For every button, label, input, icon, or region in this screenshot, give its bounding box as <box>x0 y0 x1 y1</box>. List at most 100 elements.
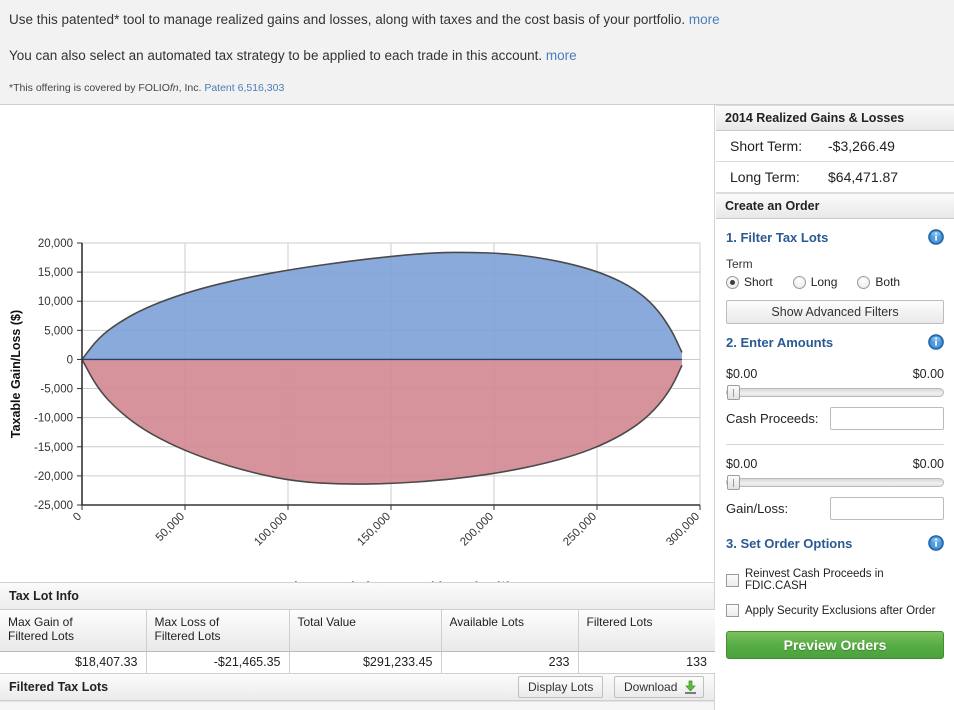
column-header-filtered-lots: Filtered Lots <box>578 610 715 651</box>
radio-both-label: Both <box>875 275 900 289</box>
step-3-title: 3. Set Order Options <box>726 536 852 551</box>
step-1-header: 1. Filter Tax Lots <box>726 230 944 250</box>
svg-text:-20,000: -20,000 <box>34 471 73 483</box>
cash-max-label: $0.00 <box>913 367 944 381</box>
radio-option-both[interactable]: Both <box>857 275 900 289</box>
download-button[interactable]: Download <box>614 676 704 698</box>
cash-min-label: $0.00 <box>726 367 757 381</box>
cell-available-lots: 233 <box>441 651 578 673</box>
bottom-strip <box>0 701 714 710</box>
col-max-loss-line1: Max Loss of <box>155 615 281 629</box>
tax-management-page: Use this patented* tool to manage realiz… <box>0 0 954 710</box>
info-icon[interactable] <box>928 334 944 350</box>
cell-max-gain: $18,407.33 <box>0 651 146 673</box>
svg-text:100,000: 100,000 <box>252 511 290 549</box>
radio-option-long[interactable]: Long <box>793 275 838 289</box>
reinvest-checkbox-label: Reinvest Cash Proceeds in FDIC.CASH <box>745 568 944 592</box>
cash-slider-handle[interactable] <box>727 385 740 400</box>
order-form: 1. Filter Tax Lots Term Short <box>716 230 954 659</box>
column-header-total-value: Total Value <box>289 610 441 651</box>
long-term-label: Long Term: <box>730 169 800 185</box>
gainloss-min-label: $0.00 <box>726 457 757 471</box>
gainloss-slider-handle[interactable] <box>727 475 740 490</box>
tax-lot-info-table: Max Gain of Filtered Lots Max Loss of Fi… <box>0 610 715 674</box>
col-max-loss-line2: Filtered Lots <box>155 629 281 643</box>
svg-text:-15,000: -15,000 <box>34 442 73 454</box>
term-label: Term <box>726 257 944 271</box>
realized-gains-header: 2014 Realized Gains & Losses <box>716 105 954 131</box>
radio-long-label: Long <box>811 275 838 289</box>
step-1-title: 1. Filter Tax Lots <box>726 230 828 245</box>
gainloss-slider-track[interactable] <box>726 478 944 487</box>
col-max-gain-line1: Max Gain of <box>8 615 138 629</box>
radio-both-icon[interactable] <box>857 276 870 289</box>
cell-total-value: $291,233.45 <box>289 651 441 673</box>
radio-short-icon[interactable] <box>726 276 739 289</box>
step-2-header: 2. Enter Amounts <box>726 335 944 355</box>
footnote-prefix: *This offering is covered by FOLIO <box>9 82 170 94</box>
svg-text:0: 0 <box>71 511 84 524</box>
svg-text:0: 0 <box>67 354 73 366</box>
svg-text:-10,000: -10,000 <box>34 413 73 425</box>
create-order-title: Create an Order <box>725 199 819 213</box>
intro-banner: Use this patented* tool to manage realiz… <box>0 0 954 105</box>
intro-line-2: You can also select an automated tax str… <box>9 48 577 63</box>
column-header-max-loss: Max Loss of Filtered Lots <box>146 610 289 651</box>
svg-text:-5,000: -5,000 <box>40 384 73 396</box>
cash-proceeds-label: Cash Proceeds: <box>726 411 819 426</box>
svg-text:15,000: 15,000 <box>38 267 73 279</box>
svg-text:300,000: 300,000 <box>664 511 702 549</box>
radio-option-short[interactable]: Short <box>726 275 773 289</box>
cash-proceeds-input[interactable] <box>830 407 944 430</box>
intro-line-2-text: You can also select an automated tax str… <box>9 48 542 63</box>
info-icon[interactable] <box>928 229 944 245</box>
short-term-label: Short Term: <box>730 138 802 154</box>
intro-line-1: Use this patented* tool to manage realiz… <box>9 12 720 27</box>
short-term-row: Short Term: -$3,266.49 <box>716 131 954 162</box>
svg-text:200,000: 200,000 <box>458 511 496 549</box>
gainloss-input[interactable] <box>830 497 944 520</box>
exclusions-checkbox-row[interactable]: Apply Security Exclusions after Order <box>726 604 944 617</box>
display-lots-button[interactable]: Display Lots <box>518 676 603 698</box>
radio-long-icon[interactable] <box>793 276 806 289</box>
footnote-fn: fn <box>170 82 179 94</box>
cash-range-labels: $0.00 $0.00 <box>726 367 944 381</box>
create-order-header: Create an Order <box>716 193 954 219</box>
table-row: $18,407.33 -$21,465.35 $291,233.45 233 1… <box>0 651 715 673</box>
intro-footnote: *This offering is covered by FOLIOfn, In… <box>9 82 284 94</box>
cash-proceeds-slider[interactable] <box>726 384 944 398</box>
reinvest-checkbox-row[interactable]: Reinvest Cash Proceeds in FDIC.CASH <box>726 568 944 592</box>
tax-lot-info-header: Tax Lot Info <box>0 583 714 610</box>
download-icon <box>683 680 698 701</box>
col-max-gain-line2: Filtered Lots <box>8 629 138 643</box>
gainloss-row: Gain/Loss: <box>726 497 944 520</box>
show-advanced-filters-button[interactable]: Show Advanced Filters <box>726 300 944 324</box>
intro-line-1-more-link[interactable]: more <box>689 12 720 27</box>
svg-text:20,000: 20,000 <box>38 238 73 250</box>
svg-text:250,000: 250,000 <box>561 511 599 549</box>
download-button-label: Download <box>624 680 677 694</box>
table-header-row: Max Gain of Filtered Lots Max Loss of Fi… <box>0 610 715 651</box>
exclusions-checkbox-label: Apply Security Exclusions after Order <box>745 605 935 617</box>
tax-lot-info-panel: Tax Lot Info Max Gain of Filtered Lots M… <box>0 582 715 710</box>
svg-text:10,000: 10,000 <box>38 296 73 308</box>
gain-loss-area-chart: 20,00015,00010,0005,0000-5,000-10,000-15… <box>0 105 715 582</box>
step-3-header: 3. Set Order Options <box>726 536 944 556</box>
reinvest-checkbox[interactable] <box>726 574 739 587</box>
column-header-available-lots: Available Lots <box>441 610 578 651</box>
gainloss-label: Gain/Loss: <box>726 501 788 516</box>
term-radio-group: Short Long Both <box>726 275 944 289</box>
gainloss-slider[interactable] <box>726 474 944 488</box>
gainloss-max-label: $0.00 <box>913 457 944 471</box>
info-icon[interactable] <box>928 535 944 551</box>
cash-slider-track[interactable] <box>726 388 944 397</box>
preview-orders-button[interactable]: Preview Orders <box>726 631 944 659</box>
patent-link[interactable]: Patent 6,516,303 <box>204 82 284 94</box>
gainloss-range-labels: $0.00 $0.00 <box>726 457 944 471</box>
chart-panel: 20,00015,00010,0005,0000-5,000-10,000-15… <box>0 105 715 582</box>
cell-max-loss: -$21,465.35 <box>146 651 289 673</box>
svg-text:150,000: 150,000 <box>355 511 393 549</box>
exclusions-checkbox[interactable] <box>726 604 739 617</box>
long-term-row: Long Term: $64,471.87 <box>716 162 954 193</box>
intro-line-2-more-link[interactable]: more <box>546 48 577 63</box>
